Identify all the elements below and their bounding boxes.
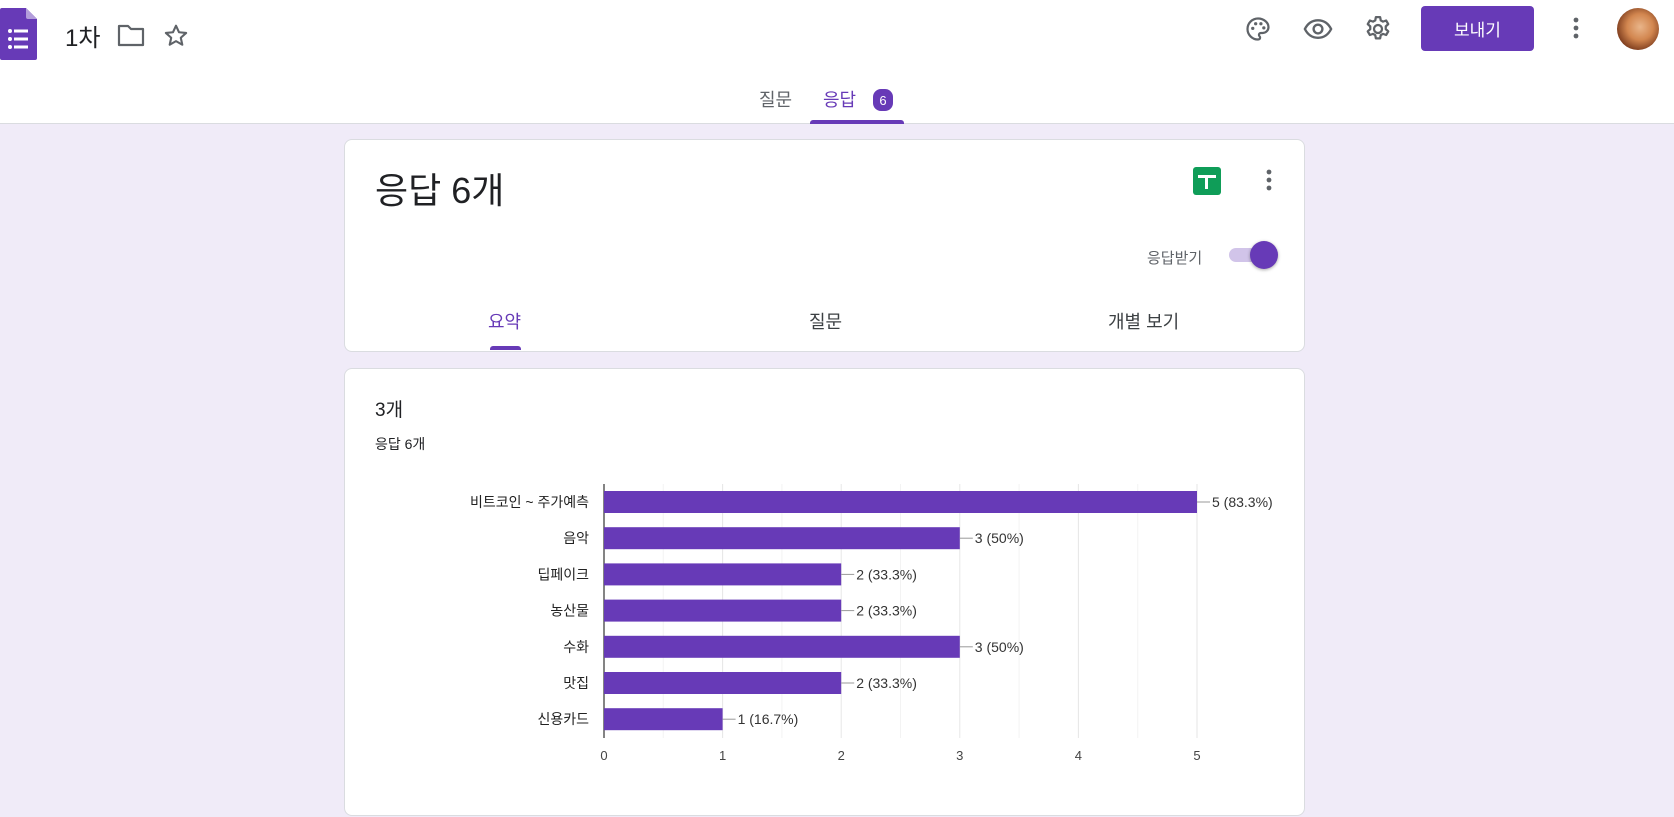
tab-responses[interactable]: 응답 bbox=[823, 86, 856, 124]
bar bbox=[604, 672, 842, 694]
bar bbox=[604, 527, 960, 550]
x-tick-label: 5 bbox=[1193, 748, 1200, 763]
bar bbox=[604, 635, 960, 658]
data-label: 3 (50%) bbox=[975, 530, 1024, 546]
bar bbox=[604, 491, 1197, 513]
more-vert-icon[interactable] bbox=[1560, 12, 1592, 44]
category-label: 신용카드 bbox=[537, 711, 589, 727]
toggle-knob[interactable] bbox=[1250, 241, 1278, 269]
data-label: 3 (50%) bbox=[975, 639, 1024, 655]
tab-summary[interactable]: 요약 bbox=[488, 308, 521, 334]
avatar[interactable] bbox=[1617, 8, 1659, 50]
question-summary-card: 3개 응답 6개 0 1 2 3 4 5 비트코인 ~ 주가예측 5 (83.3%) 음악 3 (… bbox=[344, 368, 1305, 816]
bar-chart: 0 1 2 3 4 5 비트코인 ~ 주가예측 5 (83.3%) 음악 3 (50%) 딥페이크 2… bbox=[470, 484, 1273, 763]
x-tick-label: 2 bbox=[838, 748, 845, 763]
x-tick-label: 1 bbox=[719, 748, 726, 763]
data-label: 5 (83.3%) bbox=[1212, 494, 1273, 510]
tab-individual[interactable]: 개별 보기 bbox=[1108, 308, 1179, 334]
accepting-responses-label: 응답받기 bbox=[1147, 250, 1203, 267]
bar bbox=[604, 599, 842, 622]
category-label: 비트코인 ~ 주가예측 bbox=[470, 494, 589, 510]
category-label: 딥페이크 bbox=[537, 566, 589, 582]
x-tick-label: 3 bbox=[956, 748, 963, 763]
data-label: 2 (33.3%) bbox=[856, 566, 917, 582]
tab-question[interactable]: 질문 bbox=[809, 308, 842, 334]
forms-logo-icon[interactable] bbox=[0, 8, 38, 60]
folder-icon[interactable] bbox=[117, 22, 145, 48]
active-subtab-indicator bbox=[490, 346, 521, 350]
data-label: 2 (33.3%) bbox=[856, 603, 917, 619]
top-app-bar: 1차 보내기 질문 응답 6 bbox=[0, 0, 1674, 124]
category-label: 음악 bbox=[563, 530, 589, 546]
responses-title: 응답 6개 bbox=[375, 170, 505, 211]
active-tab-indicator bbox=[810, 120, 904, 124]
more-vert-icon[interactable] bbox=[1253, 164, 1285, 196]
x-tick-label: 4 bbox=[1075, 748, 1082, 763]
palette-icon[interactable] bbox=[1242, 13, 1274, 45]
category-label: 수화 bbox=[563, 639, 589, 655]
x-tick-label: 0 bbox=[600, 748, 607, 763]
sheets-icon[interactable] bbox=[1193, 167, 1221, 195]
responses-summary-card: 응답 6개 응답받기 요약 질문 개별 보기 bbox=[344, 139, 1305, 352]
category-label: 농산물 bbox=[550, 603, 589, 619]
send-button[interactable]: 보내기 bbox=[1421, 6, 1534, 51]
data-label: 1 (16.7%) bbox=[738, 711, 799, 727]
tab-questions[interactable]: 질문 bbox=[759, 86, 792, 124]
bar bbox=[604, 563, 842, 586]
document-title[interactable]: 1차 bbox=[65, 18, 100, 53]
star-icon[interactable] bbox=[162, 22, 190, 50]
data-label: 2 (33.3%) bbox=[856, 675, 917, 691]
bar bbox=[604, 708, 723, 731]
category-label: 맛집 bbox=[563, 675, 589, 691]
eye-icon[interactable] bbox=[1302, 13, 1334, 45]
gear-icon[interactable] bbox=[1362, 13, 1394, 45]
responses-count-badge: 6 bbox=[873, 89, 893, 111]
